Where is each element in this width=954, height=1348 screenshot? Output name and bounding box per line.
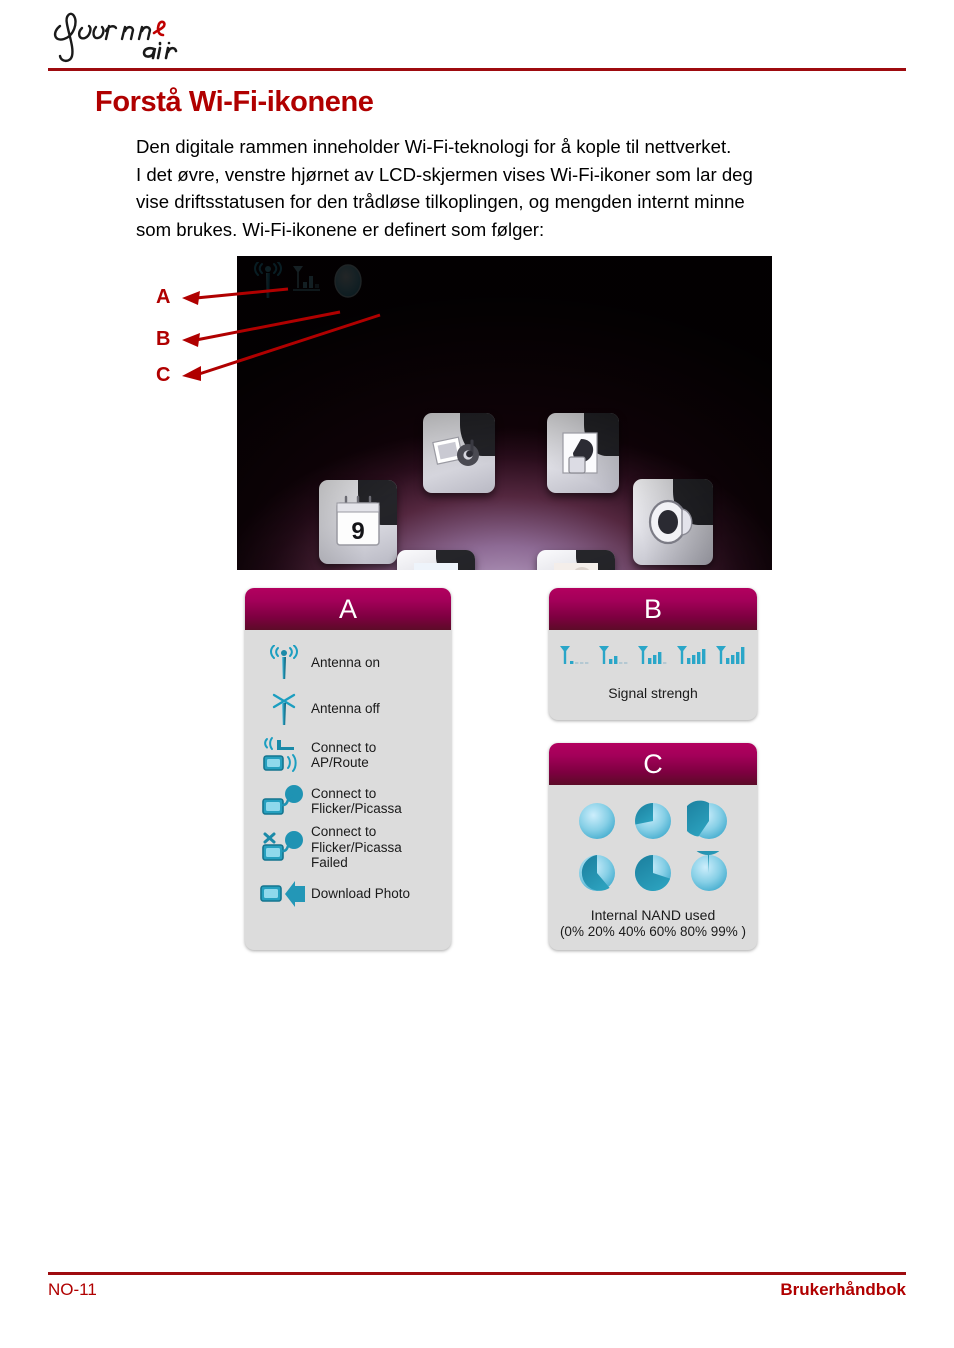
file-manager-icon — [547, 413, 619, 493]
antenna-on-icon — [253, 261, 283, 305]
brand-logo — [48, 6, 218, 64]
legend-panel-b-body: Signal strengh — [549, 630, 757, 709]
nand-usage-caption-sub: (0% 20% 40% 60% 80% 99% ) — [559, 924, 747, 939]
connect-flickr-icon — [257, 783, 311, 819]
legend-panel-b: B Signal strengh — [549, 588, 757, 720]
signal-strength-icon — [291, 262, 323, 305]
svg-text:9: 9 — [351, 518, 364, 545]
nand-usage-20-icon — [635, 803, 671, 839]
legend-panel-a: A Antenna on Antenna off Connect to AP/R… — [245, 588, 451, 950]
calendar-tile[interactable]: 9 — [319, 480, 397, 564]
device-screenshot: 9 — [237, 256, 772, 570]
paragraph-line: Den digitale rammen inneholder Wi-Fi-tek… — [136, 136, 732, 157]
bottom-right-tile[interactable] — [537, 550, 615, 570]
legend-row: Download Photo — [257, 871, 439, 917]
calendar-icon: 9 — [319, 480, 397, 564]
nand-usage-40-icon — [687, 800, 727, 839]
footer-rule — [48, 1272, 906, 1275]
legend-panel-c-title: C — [549, 743, 757, 785]
signal-level-4-icon — [676, 644, 708, 673]
nand-usage-caption: Internal NAND used — [590, 907, 716, 923]
intro-paragraph: Den digitale rammen inneholder Wi-Fi-tek… — [136, 133, 876, 243]
legend-panel-c-body: Internal NAND used (0% 20% 40% 60% 80% 9… — [549, 785, 757, 947]
legend-label: Antenna on — [311, 655, 381, 671]
connect-ap-icon — [257, 735, 311, 775]
file-manager-tile[interactable] — [547, 413, 619, 493]
nand-usage-60-icon — [579, 855, 615, 891]
paragraph-line: som brukes. Wi-Fi-ikonene er definert so… — [136, 218, 545, 240]
legend-label: Connect to Flicker/Picassa Failed — [311, 824, 402, 870]
antenna-on-icon — [257, 645, 311, 681]
legend-label: Antenna off — [311, 701, 380, 717]
gallery-thumb-icon — [537, 550, 615, 570]
legend-label: Download Photo — [311, 885, 411, 901]
signal-level-2-icon — [598, 644, 630, 673]
footer-page-number: NO-11 — [48, 1280, 97, 1299]
signal-level-5-icon — [715, 644, 747, 673]
legend-row: Connect to AP/Route — [257, 732, 439, 778]
nand-usage-99-icon — [691, 851, 727, 891]
footer-doc-title: Brukerhåndbok — [780, 1280, 906, 1299]
legend-row: Antenna on — [257, 640, 439, 686]
legend-label: Connect to Flicker/Picassa — [311, 785, 402, 817]
callout-label-b: B — [156, 328, 171, 350]
device-status-icon-row — [253, 261, 365, 307]
photo-music-icon — [423, 413, 495, 493]
legend-row: Antenna off — [257, 686, 439, 732]
download-photo-icon — [257, 880, 311, 907]
nand-usage-icon — [331, 262, 365, 307]
paragraph-line: I det øvre, venstre hjørnet av LCD-skjer… — [136, 163, 753, 185]
legend-row: Connect to Flicker/Picassa Failed — [257, 824, 439, 871]
antenna-off-icon — [257, 691, 311, 727]
bottom-left-tile[interactable] — [397, 550, 475, 570]
legend-panel-c: C Internal NAND used (0% 20% 40% 60% 80%… — [549, 743, 757, 950]
callout-label-a: A — [156, 286, 171, 308]
signal-level-3-icon — [637, 644, 669, 673]
callout-label-c: C — [156, 364, 171, 386]
signal-level-1-icon — [559, 644, 591, 673]
photo-thumb-icon — [397, 550, 475, 570]
nand-usage-0-icon — [579, 803, 615, 839]
nand-usage-80-icon — [634, 855, 671, 891]
nand-usage-samples — [555, 787, 751, 899]
legend-panel-b-title: B — [549, 588, 757, 630]
signal-strength-caption: Signal strengh — [608, 685, 698, 701]
photo-music-tile[interactable] — [423, 413, 495, 493]
header-rule — [48, 68, 906, 71]
page-title: Forstå Wi-Fi-ikonene — [95, 86, 374, 118]
signal-strength-samples — [557, 634, 749, 673]
legend-row: Connect to Flicker/Picassa — [257, 778, 439, 824]
legend-label: Connect to AP/Route — [311, 739, 377, 771]
legend-panel-a-body: Antenna on Antenna off Connect to AP/Rou… — [245, 630, 451, 929]
paragraph-line: vise driftsstatusen for den trådløse til… — [136, 191, 745, 212]
speaker-tile[interactable] — [633, 479, 713, 565]
legend-panel-a-title: A — [245, 588, 451, 630]
connect-flickr-failed-icon — [257, 829, 311, 865]
speaker-icon — [633, 479, 713, 565]
callout-figure: 9 A B C — [140, 255, 780, 575]
